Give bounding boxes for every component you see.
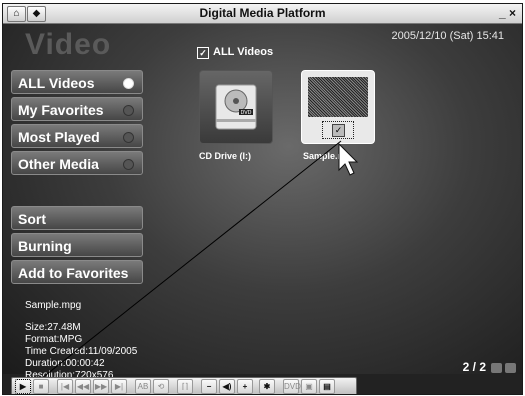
app-window: ⌂ ◆ Digital Media Platform _ × Video 200… — [2, 3, 523, 395]
mouse-cursor-icon — [338, 142, 359, 176]
main-panel: Video 2005/12/10 (Sat) 15:41 ALL Videos … — [3, 24, 522, 383]
next-button[interactable]: ▶| — [111, 379, 127, 394]
title-bar: ⌂ ◆ Digital Media Platform _ × — [3, 4, 522, 24]
pointer-overlay — [36, 140, 359, 383]
play-button[interactable]: ▶ — [15, 379, 31, 394]
window-controls[interactable]: _ × — [499, 6, 516, 20]
volume-down-button[interactable]: − — [201, 379, 217, 394]
window-title: Digital Media Platform — [199, 6, 326, 20]
mute-button[interactable]: ◀) — [219, 379, 235, 394]
settings-button[interactable]: ✱ — [259, 379, 275, 394]
playlist-button[interactable]: ▤ — [319, 379, 335, 394]
previous-button[interactable]: |◀ — [57, 379, 73, 394]
rewind-button[interactable]: ◀◀ — [75, 379, 91, 394]
fullscreen-button[interactable]: ⌈⌉ — [177, 379, 193, 394]
dvd-menu-button[interactable]: DVD — [283, 379, 301, 394]
volume-up-button[interactable]: + — [237, 379, 253, 394]
stop-button[interactable]: ■ — [33, 379, 49, 394]
screen-button[interactable]: ▣ — [301, 379, 317, 394]
playback-controls: ▶ ■ |◀ ◀◀ ▶▶ ▶| AB ⟲ ⌈⌉ − ◀) + ✱ DVD ▣ ▤ — [11, 377, 357, 394]
ab-repeat-button[interactable]: AB — [135, 379, 151, 394]
repeat-button[interactable]: ⟲ — [153, 379, 169, 394]
fast-forward-button[interactable]: ▶▶ — [93, 379, 109, 394]
